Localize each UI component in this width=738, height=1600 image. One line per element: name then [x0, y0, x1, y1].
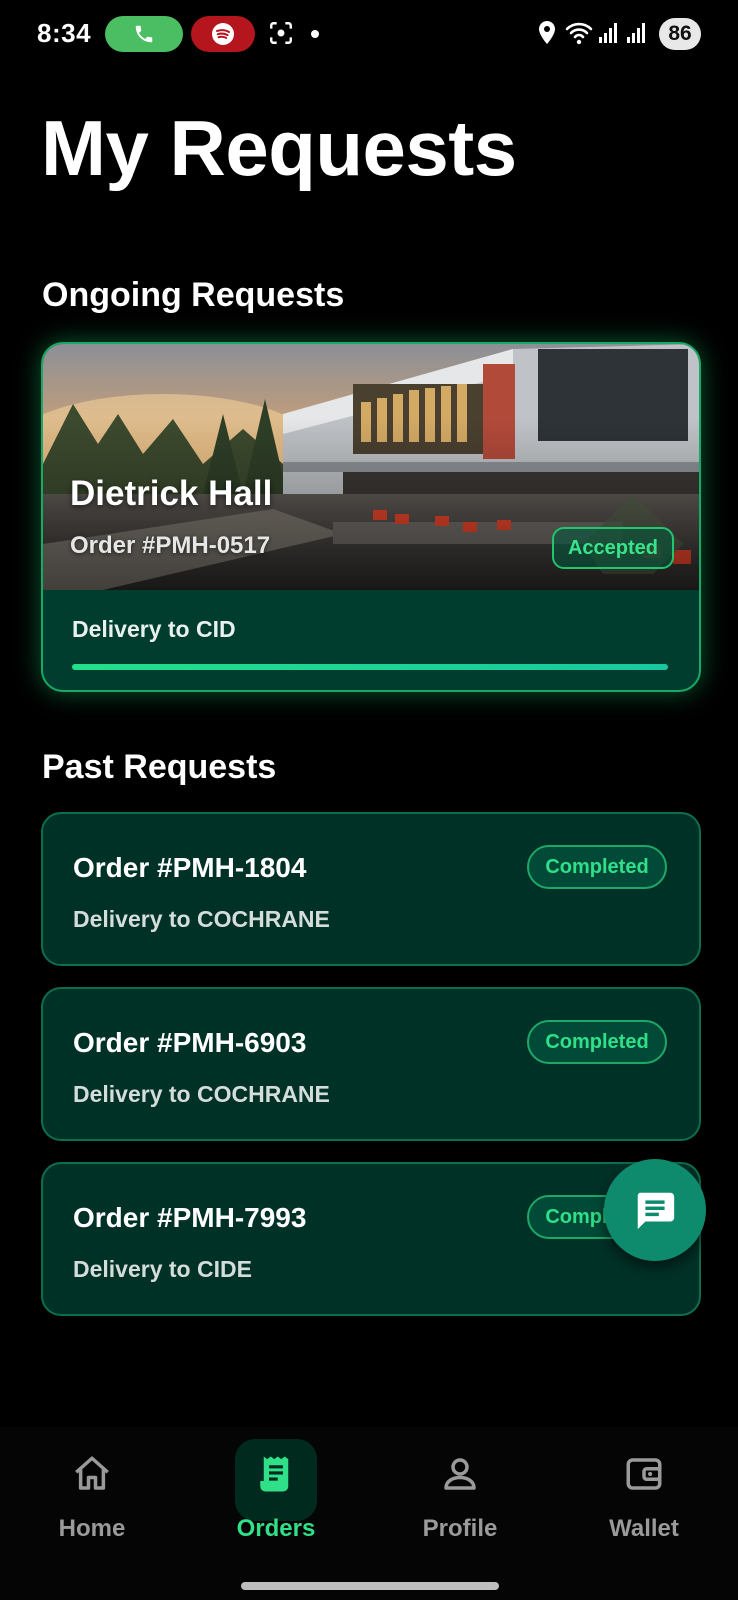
status-badge-accepted: Accepted: [552, 527, 674, 569]
wifi-icon: [565, 22, 593, 45]
ongoing-section-title: Ongoing Requests: [42, 276, 345, 314]
delivery-progress-bar: [72, 664, 668, 670]
spotify-icon: [212, 23, 234, 45]
ongoing-order-number: Order #PMH-0517: [70, 532, 271, 559]
past-request-card[interactable]: Order #PMH-1804 Delivery to COCHRANE Com…: [41, 812, 701, 966]
signal-icon-2: [627, 23, 645, 43]
location-name: Dietrick Hall: [70, 474, 273, 513]
spotify-pill[interactable]: [191, 16, 255, 52]
nav-item-orders[interactable]: Orders: [184, 1427, 368, 1547]
wallet-icon: [626, 1458, 662, 1490]
past-order-number: Order #PMH-1804: [73, 852, 307, 883]
person-icon: [444, 1458, 476, 1490]
location-icon: [539, 21, 555, 44]
status-time: 8:34: [37, 18, 92, 48]
nav-label-orders: Orders: [236, 1515, 316, 1542]
bottom-navigation: Home Orders Profile Wallet: [0, 1427, 738, 1600]
battery-level: 86: [659, 18, 701, 50]
past-delivery-destination: Delivery to COCHRANE: [73, 906, 330, 932]
nav-label-wallet: Wallet: [609, 1515, 679, 1542]
status-badge-completed: Completed: [527, 845, 667, 889]
past-request-card[interactable]: Order #PMH-6903 Delivery to COCHRANE Com…: [41, 987, 701, 1141]
chat-fab-button[interactable]: [604, 1159, 706, 1261]
delivery-progress-fill: [72, 664, 668, 670]
ongoing-call-pill[interactable]: [105, 16, 183, 52]
signal-icon-1: [599, 23, 617, 43]
past-request-card[interactable]: Order #PMH-7993 Delivery to CIDE Complet…: [41, 1162, 701, 1316]
home-icon: [75, 1456, 109, 1490]
phone-icon: [135, 25, 153, 43]
past-section-title: Past Requests: [42, 748, 277, 786]
past-delivery-destination: Delivery to COCHRANE: [73, 1081, 330, 1107]
past-delivery-destination: Delivery to CIDE: [73, 1256, 252, 1282]
nav-label-profile: Profile: [422, 1515, 498, 1542]
ongoing-delivery-destination: Delivery to CID: [72, 616, 236, 642]
chat-icon: [637, 1192, 675, 1230]
home-indicator[interactable]: [241, 1582, 499, 1590]
past-order-number: Order #PMH-7993: [73, 1202, 307, 1233]
page-title: My Requests: [41, 104, 517, 192]
nav-label-home: Home: [58, 1515, 126, 1542]
notification-dot: [311, 30, 319, 38]
status-badge-completed: Completed: [527, 1020, 667, 1064]
screen-capture-icon: [270, 22, 292, 44]
past-order-number: Order #PMH-6903: [73, 1027, 307, 1058]
nav-item-wallet[interactable]: Wallet: [552, 1427, 736, 1547]
status-bar: 8:34 86: [0, 0, 738, 68]
nav-item-home[interactable]: Home: [0, 1427, 184, 1547]
nav-item-profile[interactable]: Profile: [368, 1427, 552, 1547]
ongoing-request-card[interactable]: Dietrick Hall Order #PMH-0517 Accepted D…: [41, 342, 701, 692]
receipt-icon: [260, 1456, 289, 1492]
